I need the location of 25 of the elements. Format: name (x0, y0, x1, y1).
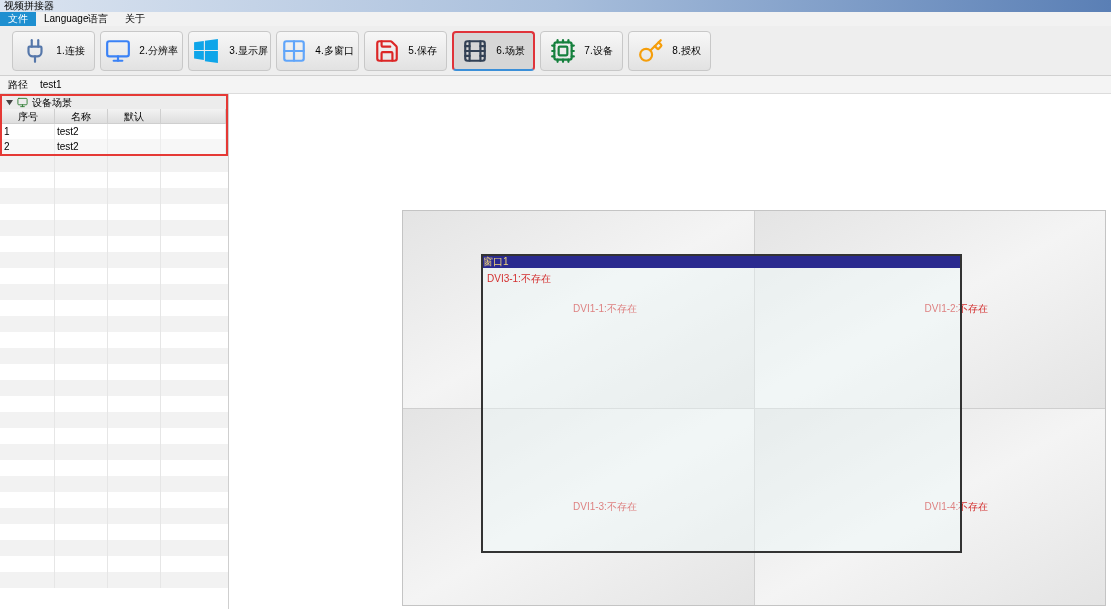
toolbar-button[interactable]: 2.分辨率 (100, 30, 183, 71)
tree-node[interactable]: 设备场景 (2, 96, 226, 109)
toolbar-button[interactable]: 3.显示屏 (188, 30, 271, 71)
source-label: DVI3-1:不存在 (486, 272, 552, 286)
table-cell: test2 (57, 126, 79, 137)
window-title: 视频拼接器 (4, 0, 54, 12)
toolbar-button[interactable]: 7.设备 (540, 30, 623, 71)
path-label: 路径 (8, 78, 28, 92)
toolbar-button[interactable]: 6.场景 (452, 30, 535, 71)
screen-label: DVI1-3:不存在 (573, 499, 637, 514)
menu-item[interactable]: 关于 (116, 12, 153, 26)
table-row[interactable]: 1 test2 (2, 124, 226, 139)
menu-item[interactable]: Language语言 (36, 12, 117, 26)
table-row[interactable]: 2 test2 (2, 139, 226, 154)
menu-item[interactable]: 文件 (0, 12, 36, 26)
table-cell: 1 (4, 126, 10, 137)
toolbar-button[interactable]: 5.保存 (364, 30, 447, 71)
toolbar-button[interactable]: 4.多窗口 (276, 30, 359, 71)
toolbar-button[interactable]: 1.连接 (12, 30, 95, 71)
table-cell: 2 (4, 141, 10, 152)
table-cell: test2 (57, 141, 79, 152)
output-window-title: 窗口1 (483, 256, 509, 268)
toolbar-button[interactable]: 8.授权 (628, 30, 711, 71)
path-value: test1 (40, 78, 62, 92)
screen-label: DVI1-1:不存在 (573, 302, 637, 316)
